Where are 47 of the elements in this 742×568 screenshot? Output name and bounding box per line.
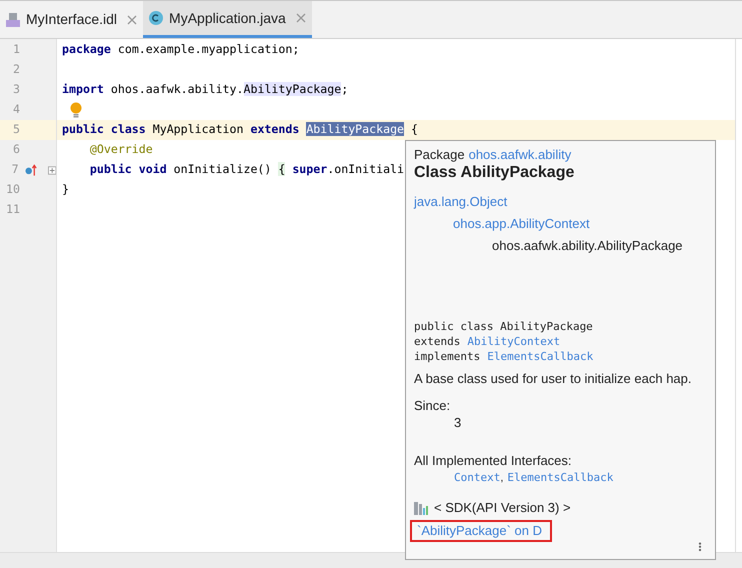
class-link[interactable]: java.lang.Object — [414, 194, 508, 210]
code-line: public void onInitialize() { super.onInitiali — [90, 161, 404, 178]
editor-tab[interactable]: MyApplication.java — [143, 1, 312, 38]
class-icon — [149, 11, 164, 25]
sdk-version: < SDK(API Version 3) > — [434, 500, 571, 516]
tab-label: MyApplication.java — [169, 8, 286, 28]
since-label: Since: — [414, 398, 452, 414]
tab-label: MyInterface.idl — [26, 10, 118, 29]
code-line: } — [62, 181, 69, 198]
code-line: package com.example.myapplication; — [62, 41, 300, 58]
line-number: 1 — [12, 41, 20, 58]
class-title: Class AbilityPackage — [414, 163, 576, 182]
more-options-icon[interactable] — [698, 542, 702, 552]
type-link[interactable]: ElementsCallback — [487, 348, 594, 365]
description: A base class used for user to initialize each hap. — [414, 371, 692, 388]
editor-tab[interactable]: MyInterface.idl — [0, 1, 144, 38]
interface-link[interactable]: ElementsCallback — [507, 470, 614, 486]
fold-icon[interactable] — [48, 166, 56, 174]
signature-text: public class AbilityPackage — [414, 318, 593, 335]
line-number: 10 — [5, 181, 20, 198]
class-link[interactable]: ohos.app.AbilityContext — [453, 216, 590, 232]
code-line: import ohos.aafwk.ability.AbilityPackage; — [62, 81, 348, 98]
line-number: 3 — [12, 81, 20, 98]
signature-text: extends — [414, 334, 460, 350]
code-line: public class MyApplication extends AbilityPackage { — [62, 121, 418, 138]
type-link[interactable]: AbilityContext — [467, 334, 560, 350]
line-number: 2 — [12, 61, 20, 78]
line-number: 7 — [10, 161, 19, 178]
package-label: Package — [414, 147, 465, 163]
interface-link[interactable]: Context — [454, 470, 500, 486]
class-name: ohos.aafwk.ability.AbilityPackage — [492, 238, 683, 254]
lightbulb-icon[interactable] — [70, 102, 82, 118]
line-number: 4 — [12, 101, 20, 118]
idl-file-icon — [6, 12, 20, 26]
package-link[interactable]: ohos.aafwk.ability — [468, 147, 572, 163]
code-line: @Override — [90, 141, 153, 158]
since-value: 3 — [453, 415, 462, 432]
signature-text: implements — [414, 348, 480, 365]
line-number: 6 — [12, 141, 20, 158]
library-icon — [414, 502, 429, 515]
line-number: 11 — [5, 201, 20, 218]
external-doc-link[interactable]: `AbilityPackage` on D — [410, 520, 552, 542]
close-icon[interactable] — [127, 14, 138, 24]
interfaces-label: All Implemented Interfaces: — [414, 453, 573, 470]
close-icon[interactable] — [296, 13, 306, 23]
override-marker-icon[interactable] — [24, 164, 38, 176]
separator: , — [500, 471, 504, 486]
